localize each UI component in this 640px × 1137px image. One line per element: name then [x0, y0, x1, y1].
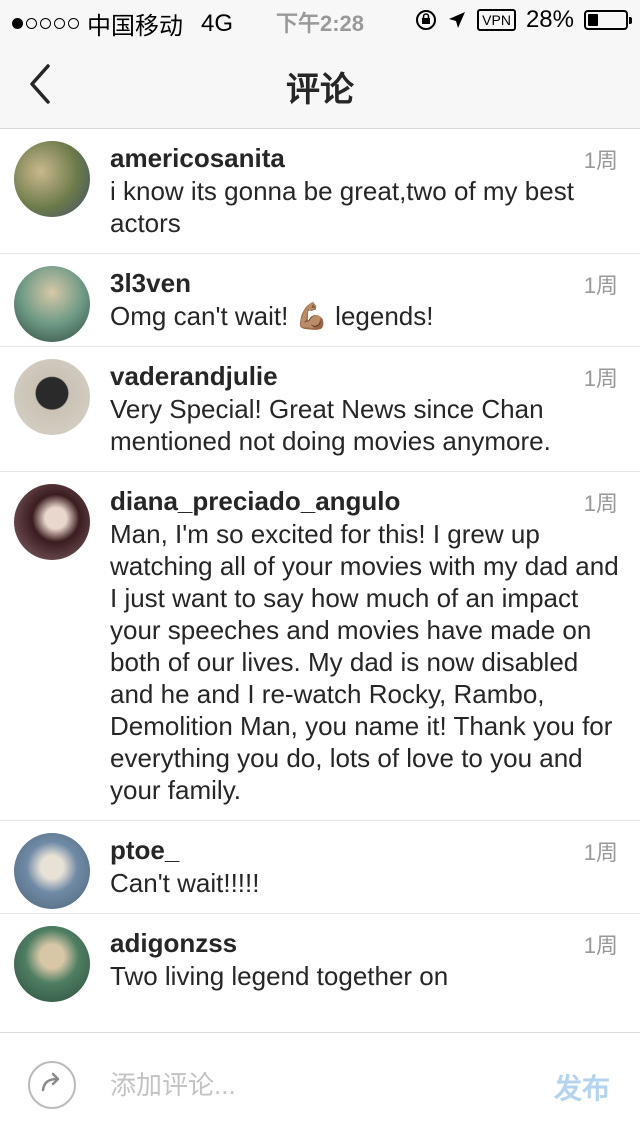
comment-text: Very Special! Great News since Chan ment…: [110, 394, 551, 456]
comment-input[interactable]: [110, 1065, 490, 1105]
comment-text: i know its gonna be great,two of my best…: [110, 176, 574, 238]
comment-time: 1周: [583, 366, 618, 391]
avatar[interactable]: [14, 359, 90, 435]
avatar[interactable]: [14, 484, 90, 560]
comment-item: ptoe_ Can't wait!!!!! 1周: [0, 821, 640, 914]
avatar[interactable]: [14, 266, 90, 342]
battery-icon: [584, 10, 632, 30]
avatar[interactable]: [14, 926, 90, 1002]
comment-composer: 发布: [0, 1032, 640, 1137]
comment-time: 1周: [583, 148, 618, 173]
battery-percent: 28%: [525, 6, 574, 33]
comment-text: Man, I'm so excited for this! I grew up …: [110, 519, 619, 805]
comment-item: vaderandjulie Very Special! Great News s…: [0, 347, 640, 472]
comment-username[interactable]: adigonzss: [110, 926, 620, 960]
comment-item: americosanita i know its gonna be great,…: [0, 129, 640, 254]
navigation-bar: 评论: [0, 40, 640, 129]
vpn-badge: VPN: [477, 9, 516, 31]
comment-time: 1周: [583, 491, 618, 516]
comment-username[interactable]: 3l3ven: [110, 266, 620, 300]
page-title: 评论: [286, 71, 354, 109]
comment-item: adigonzss Two living legend together on …: [0, 914, 640, 1006]
comment-list[interactable]: americosanita i know its gonna be great,…: [0, 129, 640, 1032]
comment-item: diana_preciado_angulo Man, I'm so excite…: [0, 472, 640, 821]
post-button[interactable]: 发布: [554, 1067, 610, 1107]
comment-time: 1周: [583, 273, 618, 298]
location-icon: [449, 12, 466, 28]
rotation-lock-icon: [416, 10, 437, 30]
comment-username[interactable]: vaderandjulie: [110, 359, 620, 393]
comment-time: 1周: [583, 933, 618, 958]
avatar[interactable]: [14, 141, 90, 217]
comment-time: 1周: [583, 840, 618, 865]
status-bar: 中国移动 4G 下午2:28 VPN 28%: [0, 0, 640, 40]
avatar[interactable]: [14, 833, 90, 909]
comment-item: 3l3ven Omg can't wait! 💪🏽 legends! 1周: [0, 254, 640, 347]
comment-username[interactable]: ptoe_: [110, 833, 620, 867]
comment-username[interactable]: americosanita: [110, 141, 620, 175]
status-right: VPN 28%: [415, 6, 632, 34]
comment-text: Can't wait!!!!!: [110, 868, 260, 898]
comment-text: Two living legend together on: [110, 961, 449, 991]
comment-username[interactable]: diana_preciado_angulo: [110, 484, 620, 518]
share-icon: [41, 1072, 60, 1092]
comment-text: Omg can't wait! 💪🏽 legends!: [110, 301, 434, 331]
share-button[interactable]: [28, 1061, 76, 1109]
